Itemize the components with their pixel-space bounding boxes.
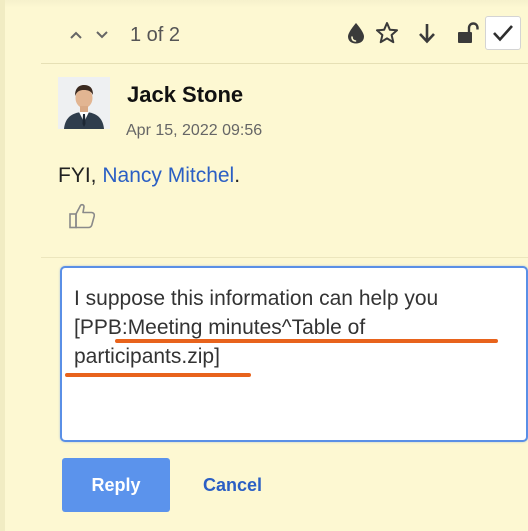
comment-body: FYI, Nancy Mitchel. [58, 162, 240, 190]
panel-top-shadow [5, 0, 528, 8]
avatar [58, 77, 110, 129]
reply-divider [41, 257, 528, 258]
unlock-icon [458, 22, 479, 43]
resolve-button[interactable] [485, 16, 521, 50]
lock-button[interactable] [454, 20, 480, 46]
reply-input[interactable]: I suppose this information can help you … [60, 266, 528, 442]
user-mention-link[interactable]: Nancy Mitchel [102, 164, 234, 187]
next-comment-button[interactable] [93, 28, 111, 42]
like-button[interactable] [67, 202, 97, 230]
reply-input-text: I suppose this information can help you … [74, 284, 514, 371]
reference-highlight-line-1 [115, 339, 498, 343]
comment-body-suffix: . [234, 164, 241, 187]
star-icon [376, 22, 398, 44]
favorite-button[interactable] [374, 20, 400, 46]
reply-text-plain: I suppose this information can help you [74, 287, 439, 310]
comment-panel: 1 of 2 Jack Stone Apr 15, 2022 09:56 FYI… [0, 0, 528, 531]
reference-highlight-line-2 [65, 373, 251, 377]
arrow-down-icon [419, 24, 435, 44]
chevron-up-icon [70, 31, 82, 39]
previous-comment-button[interactable] [67, 28, 85, 42]
move-down-button[interactable] [414, 20, 440, 46]
cancel-button[interactable]: Cancel [203, 472, 262, 498]
reply-button[interactable]: Reply [62, 458, 170, 512]
comment-timestamp: Apr 15, 2022 09:56 [126, 122, 263, 139]
header-divider [41, 63, 528, 64]
thumbs-up-icon [69, 203, 96, 229]
comment-body-prefix: FYI, [58, 164, 103, 187]
chevron-down-icon [96, 31, 108, 39]
comment-counter: 1 of 2 [130, 24, 181, 46]
user-photo [58, 77, 110, 129]
color-button[interactable] [343, 20, 369, 46]
drop-icon [348, 23, 364, 44]
checkmark-icon [493, 25, 513, 42]
comment-author: Jack Stone [127, 82, 244, 107]
